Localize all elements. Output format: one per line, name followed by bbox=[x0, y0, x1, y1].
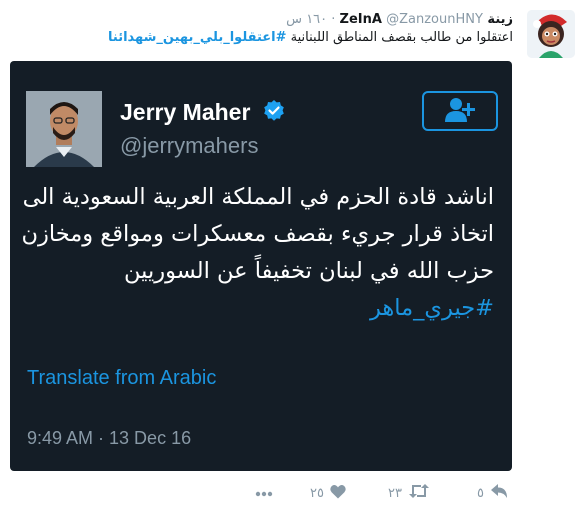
like-count: ٢٥ bbox=[310, 485, 324, 501]
quoted-hashtag-link[interactable]: #جيري_ماهر bbox=[370, 295, 494, 321]
reply-action[interactable]: ٥ bbox=[477, 484, 508, 502]
tweet-text-body: اعتقلوا من طالب بقصف المناطق اللبنانية bbox=[290, 30, 513, 45]
retweet-action[interactable]: ٢٣ bbox=[388, 484, 430, 502]
tweet-time[interactable]: · ١٦٠ س bbox=[286, 12, 335, 27]
tweet-hashtag-link[interactable]: #اعتقلوا_بلي_بهين_شهدائنا bbox=[108, 30, 287, 45]
tweet-text: اعتقلوا من طالب بقصف المناطق اللبنانية #… bbox=[53, 30, 513, 46]
reply-icon bbox=[490, 483, 508, 503]
quoted-tweet-card[interactable]: Jerry Maher @jerrymahers اناشد قادة الحز… bbox=[10, 61, 512, 471]
quoted-timestamp[interactable]: 9:49 AM · 13 Dec 16 bbox=[27, 428, 191, 449]
more-action[interactable] bbox=[255, 484, 273, 502]
quoted-author-avatar[interactable] bbox=[26, 91, 102, 167]
quoted-tweet-body: اناشد قادة الحزم في المملكة العربية السع… bbox=[14, 179, 494, 327]
verified-badge-icon bbox=[262, 99, 286, 123]
author-avatar[interactable] bbox=[527, 10, 575, 58]
add-user-icon bbox=[443, 96, 477, 126]
translate-link[interactable]: Translate from Arabic bbox=[27, 367, 216, 390]
quoted-author-handle[interactable]: @jerrymahers bbox=[120, 133, 258, 159]
tweet-header: زينة ZeInA @ZanzounHNY · ١٦٠ س bbox=[286, 12, 513, 28]
like-action[interactable]: ٢٥ bbox=[310, 484, 346, 502]
reply-count: ٥ bbox=[477, 485, 484, 501]
quoted-body-text: اناشد قادة الحزم في المملكة العربية السع… bbox=[21, 184, 494, 284]
heart-icon bbox=[330, 484, 346, 503]
author-handle[interactable]: @ZanzounHNY bbox=[386, 12, 483, 27]
follow-button[interactable] bbox=[422, 91, 498, 131]
retweet-icon bbox=[408, 483, 430, 503]
quoted-author-name[interactable]: Jerry Maher bbox=[120, 99, 250, 126]
retweet-count: ٢٣ bbox=[388, 485, 402, 501]
more-dots-icon bbox=[255, 486, 273, 501]
